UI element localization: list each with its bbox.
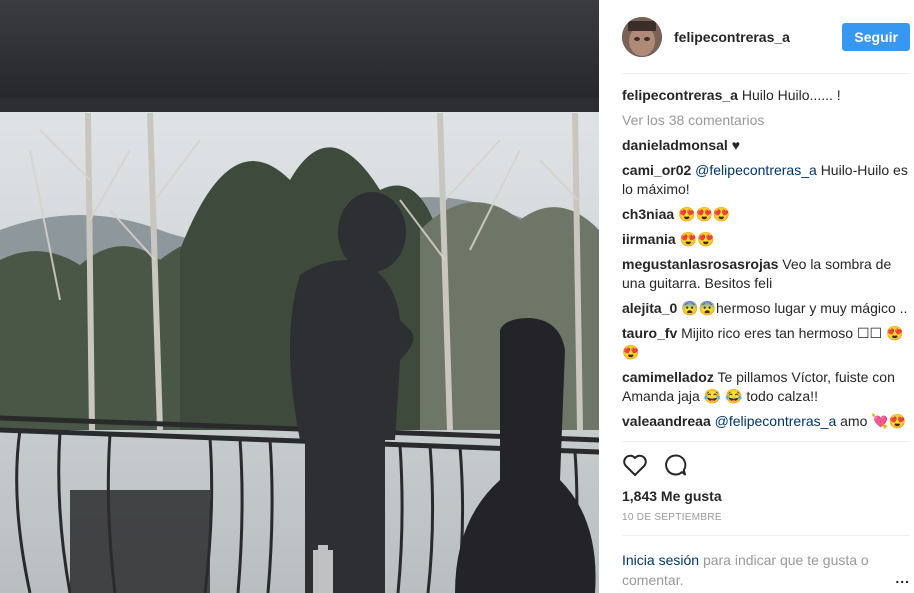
comment-user[interactable]: tauro_fv xyxy=(622,325,677,341)
heart-icon[interactable] xyxy=(622,453,648,482)
comments-list: felipecontreras_a Huilo Huilo...... ! Ve… xyxy=(622,74,910,441)
comment-user[interactable]: danieladmonsal xyxy=(622,137,728,153)
comment-item: ch3niaa 😍😍😍 xyxy=(622,205,910,224)
comment-item: alejita_0 😨😨hermoso lugar y muy mágico .… xyxy=(622,299,910,318)
comment-user[interactable]: megustanlasrosasrojas xyxy=(622,256,778,272)
comment-text: ♥ xyxy=(731,137,741,153)
comment-item: valeaandreaa @felipecontreras_a amo 💘😍 xyxy=(622,412,910,431)
post-photo[interactable] xyxy=(0,0,599,593)
post-header: felipecontreras_a Seguir xyxy=(622,0,910,74)
comment-text: 😨😨hermoso lugar y muy mágico .. xyxy=(681,300,908,316)
comment-item: tauro_fv Mijito rico eres tan hermoso ☐☐… xyxy=(622,324,910,362)
photo-image xyxy=(0,0,599,593)
follow-button[interactable]: Seguir xyxy=(842,22,910,51)
comment-item: megustanlasrosasrojas Veo la sombra de u… xyxy=(622,255,910,293)
comment-user[interactable]: iirmania xyxy=(622,231,676,247)
comment-text: 😍😍 xyxy=(679,231,715,247)
comment-text: amo 💘😍 xyxy=(840,413,907,429)
caption-text: Huilo Huilo...... ! xyxy=(741,87,841,103)
comment-item: danieladmonsal ♥ xyxy=(622,136,910,155)
side-panel: felipecontreras_a Seguir felipecontreras… xyxy=(599,0,914,593)
view-comments-link[interactable]: Ver los 38 comentarios xyxy=(622,111,910,130)
caption-user[interactable]: felipecontreras_a xyxy=(622,87,738,103)
login-link[interactable]: Inicia sesión xyxy=(622,552,699,568)
comment-item: camimelladoz Te pillamos Víctor, fuiste … xyxy=(622,368,910,406)
comment-mention[interactable]: @felipecontreras_a xyxy=(695,162,817,178)
comment-mention[interactable]: @felipecontreras_a xyxy=(715,413,837,429)
likes-count[interactable]: 1,843 Me gusta xyxy=(622,488,910,504)
header-username[interactable]: felipecontreras_a xyxy=(674,29,842,45)
comment-item: iirmania 😍😍 xyxy=(622,230,910,249)
comment-icon[interactable] xyxy=(662,453,688,482)
comment-user[interactable]: valeaandreaa xyxy=(622,413,711,429)
action-bar xyxy=(622,441,910,482)
comment-item: cami_or02 @felipecontreras_a Huilo-Huilo… xyxy=(622,161,910,199)
caption: felipecontreras_a Huilo Huilo...... ! xyxy=(622,86,910,105)
comment-user[interactable]: ch3niaa xyxy=(622,206,674,222)
more-options-icon[interactable]: ... xyxy=(895,568,910,588)
post-date: 10 DE SEPTIEMBRE xyxy=(622,512,910,536)
comment-user[interactable]: camimelladoz xyxy=(622,369,714,385)
comment-user[interactable]: alejita_0 xyxy=(622,300,677,316)
login-prompt: Inicia sesión para indicar que te gusta … xyxy=(622,550,910,590)
comment-user[interactable]: cami_or02 xyxy=(622,162,691,178)
avatar[interactable] xyxy=(622,16,662,57)
comment-text: 😍😍😍 xyxy=(678,206,731,222)
